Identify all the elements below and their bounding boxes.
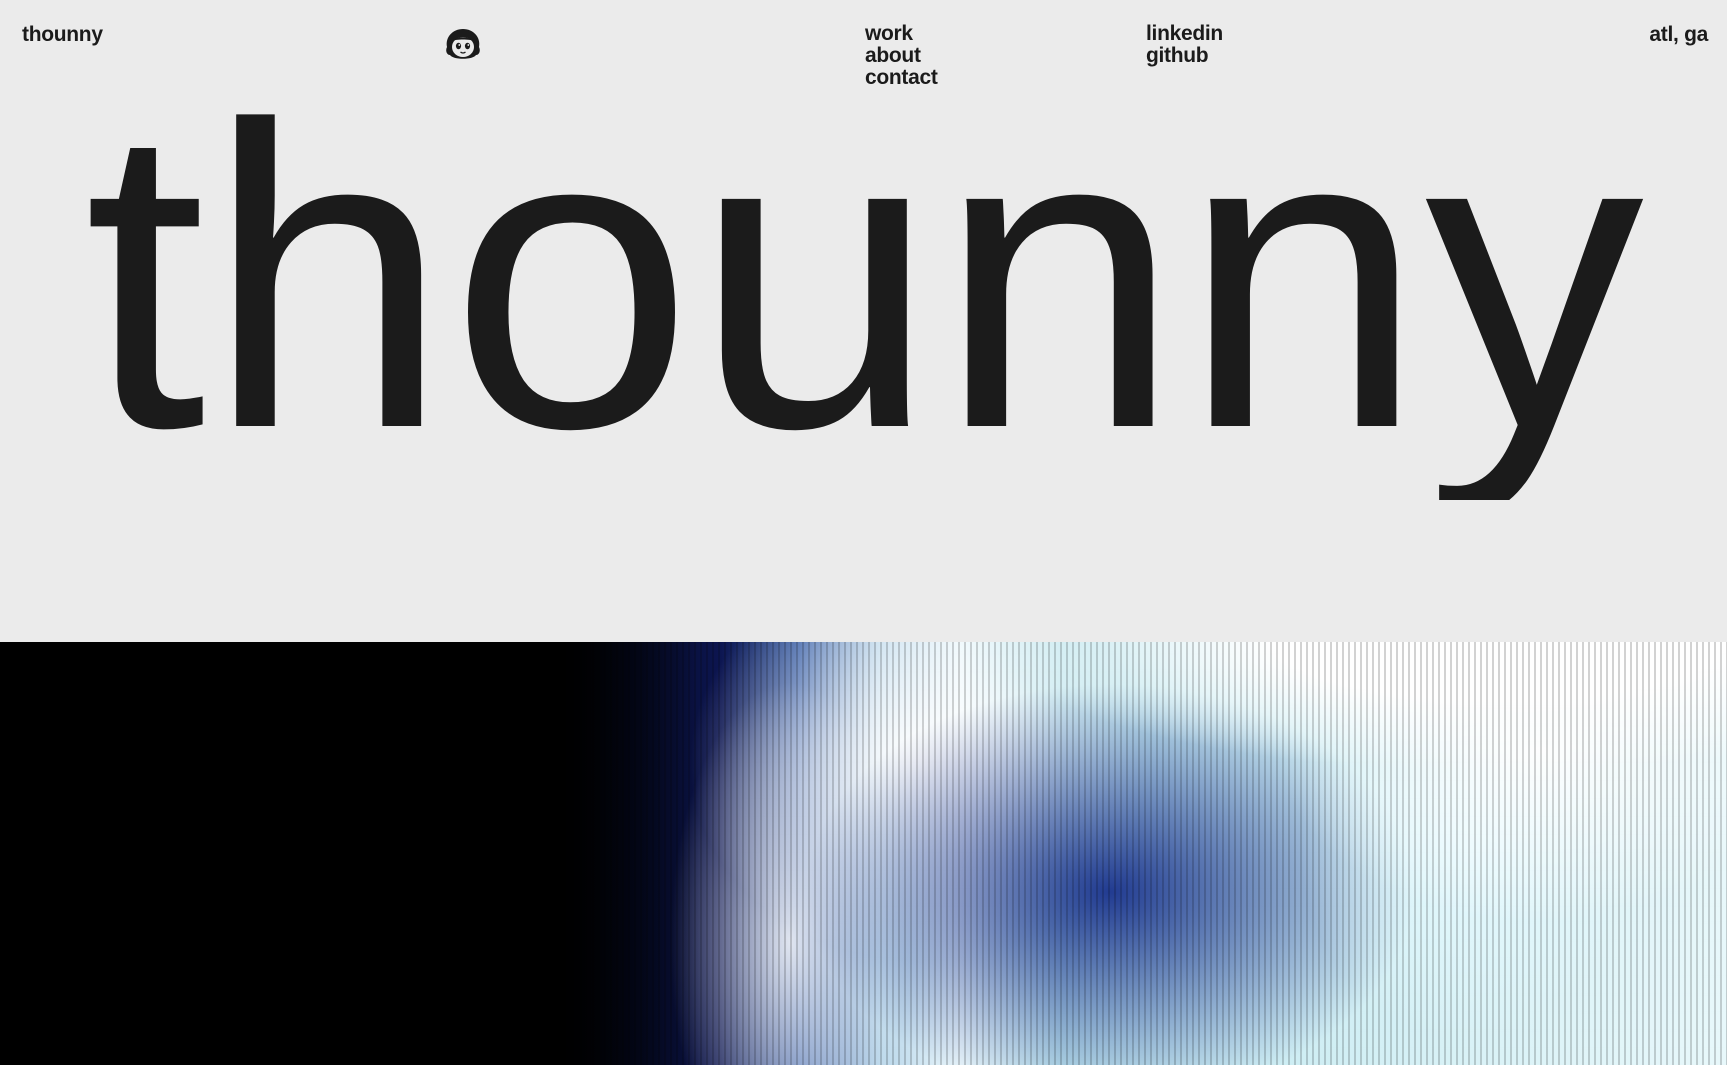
nav-about-link[interactable]: about — [865, 45, 938, 67]
page: thounny work about contact linkedin gith… — [0, 0, 1727, 1065]
main-nav: work about contact — [865, 23, 938, 89]
brand-link[interactable]: thounny — [22, 23, 103, 47]
cartoon-face-icon[interactable] — [443, 27, 483, 61]
hero-media-image — [0, 642, 1727, 1065]
nav-contact-link[interactable]: contact — [865, 67, 938, 89]
site-header: thounny work about contact linkedin gith… — [0, 0, 1727, 100]
location-text: atl, ga — [1649, 23, 1708, 46]
hero-title: thounny — [84, 100, 1644, 500]
github-link[interactable]: github — [1146, 45, 1223, 67]
social-links: linkedin github — [1146, 23, 1223, 67]
dark-fade-overlay — [0, 642, 1727, 1065]
nav-work-link[interactable]: work — [865, 23, 938, 45]
linkedin-link[interactable]: linkedin — [1146, 23, 1223, 45]
hero-title-wrapper: thounny — [84, 100, 1644, 500]
